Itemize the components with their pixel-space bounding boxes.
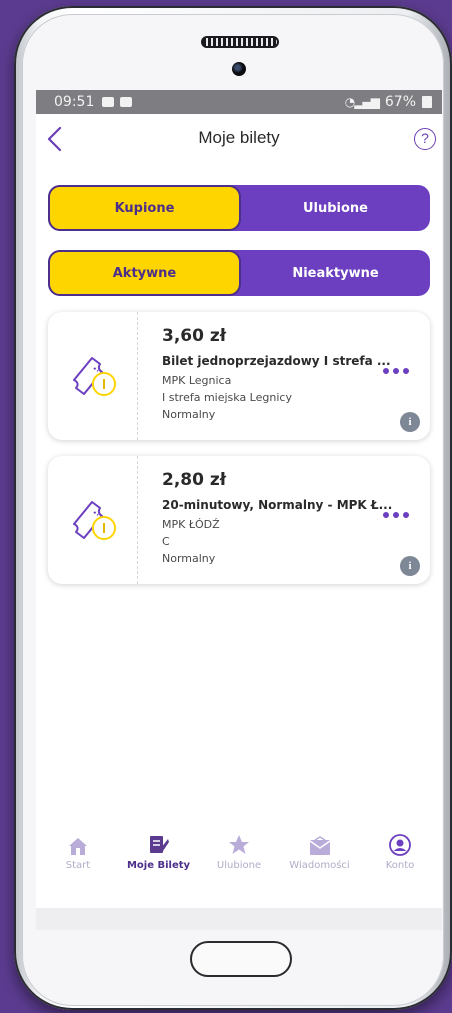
status-notifications: [102, 97, 133, 107]
battery-icon: [422, 96, 432, 108]
notification-icon: [120, 97, 133, 107]
ticket-stub: [48, 312, 138, 440]
ticket-type: Normalny: [162, 552, 216, 565]
ticket-zone: I strefa miejska Legnicy: [162, 391, 292, 404]
envelope-icon: [280, 830, 360, 856]
ticket-price: 3,60 zł: [162, 326, 227, 346]
bottom-navigation: Start Moje Bilety Ulubione Wiadomości Ko…: [36, 830, 442, 890]
ticket-card[interactable]: 3,60 zł Bilet jednoprzejazdowy I strefa …: [48, 312, 430, 440]
info-button[interactable]: i: [400, 412, 420, 432]
nav-label: Moje Bilety: [126, 860, 191, 871]
ticket-details: 2,80 zł 20-minutowy, Normalny - MPK Ł...…: [162, 470, 402, 569]
star-icon: [199, 830, 279, 856]
more-options-button[interactable]: [378, 364, 414, 378]
ticket-stub: [48, 456, 138, 584]
ticket-card[interactable]: 2,80 zł 20-minutowy, Normalny - MPK Ł...…: [48, 456, 430, 584]
home-button[interactable]: [190, 941, 292, 977]
battery-percent: 67%: [384, 94, 416, 110]
home-icon: [38, 830, 118, 856]
tab-nieaktywne[interactable]: Nieaktywne: [241, 250, 430, 296]
tickets-icon: [119, 830, 199, 856]
ticket-price: 2,80 zł: [162, 470, 227, 490]
nav-wiadomosci[interactable]: Wiadomości: [280, 830, 360, 890]
purchase-toggle: Kupione Ulubione: [48, 185, 430, 231]
ticket-operator: MPK ŁÓDŹ: [162, 518, 220, 531]
signal-icon: ◔▂▄▆: [344, 95, 380, 109]
phone-speaker: [201, 36, 279, 48]
nav-konto[interactable]: Konto: [360, 830, 440, 890]
status-time: 09:51: [54, 94, 95, 110]
status-right: ◔▂▄▆ 67%: [345, 94, 432, 110]
help-button[interactable]: ?: [414, 128, 436, 150]
info-button[interactable]: i: [400, 556, 420, 576]
tab-kupione[interactable]: Kupione: [48, 185, 241, 231]
system-nav-bar: [36, 908, 442, 930]
more-dot-icon: [383, 512, 389, 518]
status-bar: 09:51 ◔▂▄▆ 67%: [36, 90, 442, 114]
nav-start[interactable]: Start: [38, 830, 118, 890]
app-screen: 09:51 ◔▂▄▆ 67% Moje bilety ? Kupione Ulu…: [36, 90, 442, 930]
ticket-operator: MPK Legnica: [162, 374, 232, 387]
nav-ulubione[interactable]: Ulubione: [199, 830, 279, 890]
more-dot-icon: [403, 368, 409, 374]
more-options-button[interactable]: [378, 508, 414, 522]
tab-aktywne[interactable]: Aktywne: [48, 250, 241, 296]
page-title: Moje bilety: [198, 128, 280, 147]
phone-camera: [232, 62, 246, 76]
more-dot-icon: [393, 368, 399, 374]
ticket-name: Bilet jednoprzejazdowy I strefa ...: [162, 354, 391, 368]
nav-label: Wiadomości: [289, 860, 350, 871]
nav-label: Ulubione: [216, 860, 262, 871]
message-icon: [102, 97, 115, 107]
tab-ulubione[interactable]: Ulubione: [241, 185, 430, 231]
status-toggle: Aktywne Nieaktywne: [48, 250, 430, 296]
ticket-icon: [73, 357, 116, 396]
nav-moje-bilety[interactable]: Moje Bilety: [119, 830, 199, 890]
more-dot-icon: [403, 512, 409, 518]
ticket-icon: [73, 501, 116, 540]
ticket-details: 3,60 zł Bilet jednoprzejazdowy I strefa …: [162, 326, 402, 425]
ticket-type: Normalny: [162, 408, 216, 421]
more-dot-icon: [383, 368, 389, 374]
header: Moje bilety ?: [36, 114, 442, 166]
more-dot-icon: [393, 512, 399, 518]
ticket-name: 20-minutowy, Normalny - MPK Ł...: [162, 498, 393, 512]
ticket-zone: C: [162, 535, 170, 548]
nav-label: Start: [65, 860, 91, 871]
nav-label: Konto: [385, 860, 415, 871]
account-icon: [360, 830, 440, 856]
